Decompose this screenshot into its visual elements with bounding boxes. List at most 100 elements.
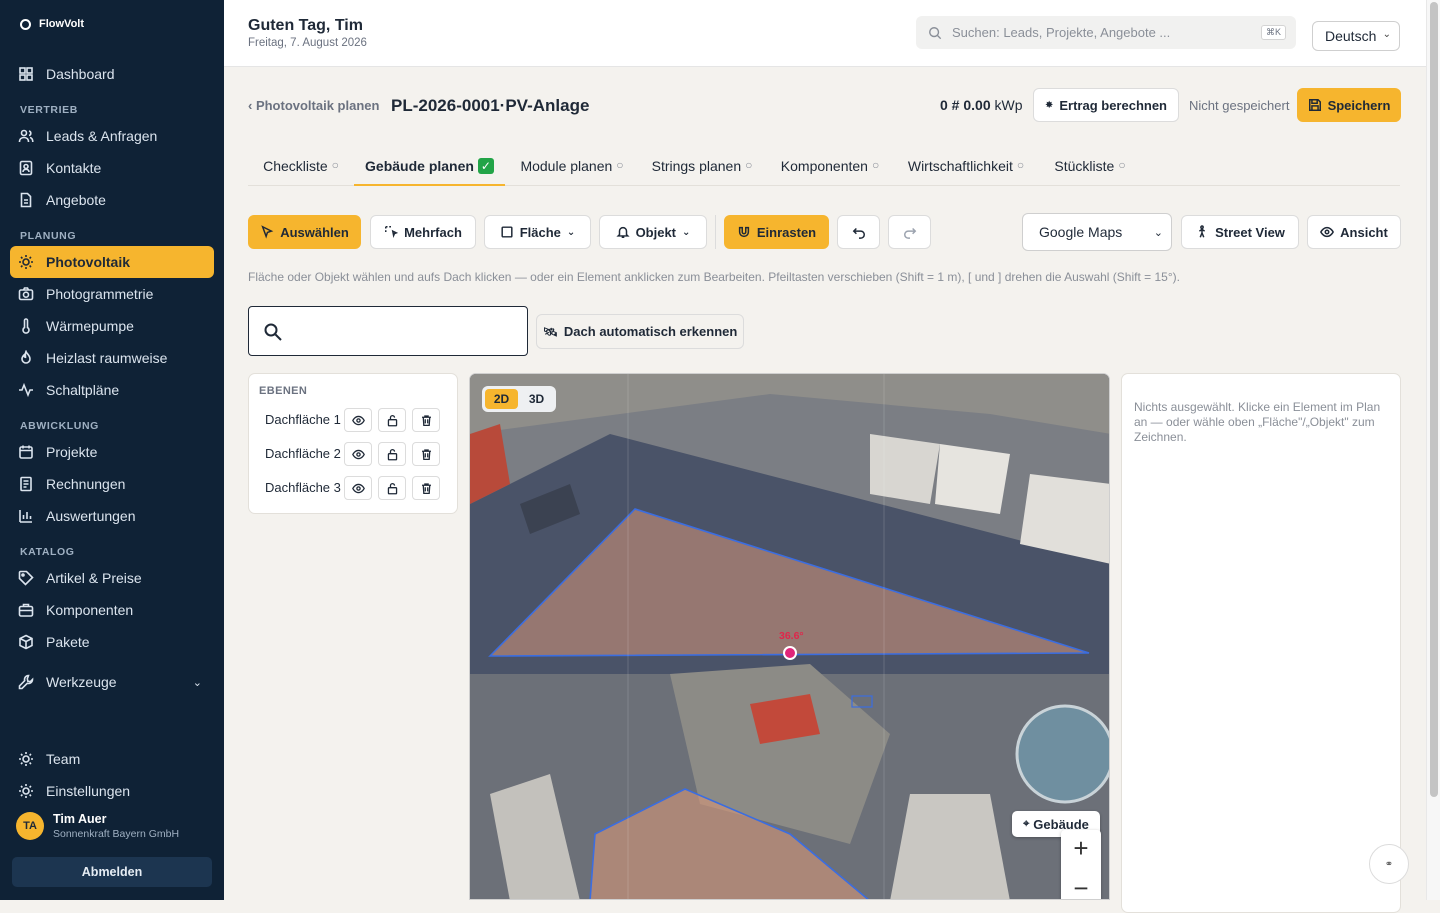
- unlock-icon[interactable]: [378, 442, 406, 466]
- auto-detect-roof-button[interactable]: 🛰 Dach automatisch erkennen: [536, 314, 744, 349]
- sidebar-item-einstellungen[interactable]: Einstellungen: [10, 775, 214, 807]
- map-canvas[interactable]: 36.6° 2D 3D ⌖ Gebäude + −: [469, 373, 1110, 900]
- sidebar-item-rechnungen[interactable]: Rechnungen: [10, 468, 214, 500]
- view-2d-button[interactable]: 2D: [485, 389, 518, 409]
- eye-icon: [1320, 226, 1335, 238]
- sidebar-item-label: Photovoltaik: [46, 254, 131, 270]
- tab-checkliste[interactable]: Checkliste ○: [248, 150, 354, 186]
- select-tool-button[interactable]: Auswählen: [248, 215, 361, 249]
- tab-wirtschaftlichkeit[interactable]: Wirtschaftlichkeit ○: [903, 150, 1029, 186]
- layer-row[interactable]: Dachfläche 1: [265, 408, 449, 432]
- sidebar-item-leads[interactable]: Leads & Anfragen: [10, 120, 214, 152]
- area-tool-label: Fläche: [519, 224, 561, 240]
- tab-komponenten[interactable]: Komponenten ○: [775, 150, 885, 186]
- layer-row[interactable]: Dachfläche 3: [265, 476, 449, 500]
- sidebar-item-pakete[interactable]: Pakete: [10, 626, 214, 658]
- top-bar: Guten Tag, Tim Freitag, 7. August 2026 S…: [224, 0, 1426, 67]
- trash-icon[interactable]: [412, 408, 440, 432]
- sun-icon: [18, 254, 34, 270]
- object-tool-dropdown[interactable]: Objekt ⌄: [599, 215, 707, 249]
- current-date: Freitag, 7. August 2026: [248, 37, 367, 49]
- chevron-down-icon: ⌄: [1153, 226, 1163, 239]
- logout-button[interactable]: Abmelden: [12, 857, 212, 887]
- trash-icon[interactable]: [412, 442, 440, 466]
- snap-toggle-button[interactable]: Einrasten: [724, 215, 829, 249]
- kwp-value: 0 # 0.00: [940, 97, 991, 113]
- tab-strings-planen[interactable]: Strings planen ○: [646, 150, 758, 186]
- view-mode-toggle[interactable]: 2D 3D: [482, 386, 556, 412]
- link-icon: ⚭: [1384, 858, 1394, 870]
- street-view-button[interactable]: Street View: [1181, 215, 1299, 249]
- sidebar-item-werkzeuge[interactable]: Werkzeuge ⌄: [10, 666, 214, 698]
- status-circle-icon: ○: [871, 158, 880, 172]
- sidebar-item-schaltplaene[interactable]: Schaltpläne: [10, 374, 214, 406]
- unlock-icon[interactable]: [378, 408, 406, 432]
- page-title: PL-2026-0001·PV-Anlage: [391, 96, 590, 115]
- eye-icon[interactable]: [344, 442, 372, 466]
- view-3d-button[interactable]: 3D: [520, 389, 553, 409]
- tab-gebaeude-planen[interactable]: Gebäude planen ✓: [354, 150, 505, 186]
- sidebar-item-label: Artikel & Preise: [46, 570, 142, 586]
- user-profile[interactable]: TA Tim Auer Sonnenkraft Bayern GmbH: [16, 812, 179, 840]
- chevron-down-icon: ⌄: [682, 226, 691, 238]
- greeting: Guten Tag, Tim: [248, 17, 363, 34]
- tag-icon: [18, 570, 34, 586]
- search-input[interactable]: Suchen: Leads, Projekte, Angebote ...: [952, 25, 1170, 40]
- unlock-icon[interactable]: [378, 476, 406, 500]
- sidebar-item-heizlast[interactable]: Heizlast raumweise: [10, 342, 214, 374]
- area-tool-dropdown[interactable]: Fläche ⌄: [484, 215, 591, 249]
- search-icon: [929, 26, 942, 39]
- sidebar-item-artikel[interactable]: Artikel & Preise: [10, 562, 214, 594]
- planning-tabs: Checkliste ○ Gebäude planen ✓ Module plane…: [248, 150, 1400, 186]
- sidebar-item-team[interactable]: Team: [10, 743, 214, 775]
- status-circle-icon: ○: [745, 158, 753, 172]
- sidebar-item-angebote[interactable]: Angebote: [10, 184, 214, 216]
- eye-icon[interactable]: [344, 408, 372, 432]
- sidebar-item-kontakte[interactable]: Kontakte: [10, 152, 214, 184]
- trash-icon[interactable]: [412, 476, 440, 500]
- layer-row[interactable]: Dachfläche 2: [265, 442, 449, 466]
- sidebar-item-auswertungen[interactable]: Auswertungen: [10, 500, 214, 532]
- tab-label: Komponenten: [780, 158, 868, 174]
- sidebar-item-komponenten[interactable]: Komponenten: [10, 594, 214, 626]
- sidebar-item-projekte[interactable]: Projekte: [10, 436, 214, 468]
- save-button[interactable]: Speichern: [1297, 88, 1401, 122]
- undo-button[interactable]: [837, 215, 880, 249]
- receipt-icon: [18, 476, 34, 492]
- tab-module-planen[interactable]: Module planen ○: [512, 150, 632, 186]
- calculate-yield-button[interactable]: ✸ Ertrag berechnen: [1033, 88, 1179, 122]
- sidebar-item-waermepumpe[interactable]: Wärmepumpe: [10, 310, 214, 342]
- redo-icon: [903, 227, 916, 239]
- map-source-select[interactable]: Google Maps ⌄: [1022, 213, 1172, 251]
- breadcrumb[interactable]: ‹ Photovoltaik planen: [248, 98, 379, 113]
- sidebar-item-dashboard[interactable]: Dashboard: [10, 58, 214, 90]
- page-scrollbar[interactable]: [1426, 0, 1440, 900]
- multi-select-button[interactable]: Mehrfach: [370, 215, 476, 249]
- grid-icon: [18, 66, 34, 82]
- address-search-box[interactable]: [248, 306, 528, 356]
- layer-name[interactable]: Dachfläche 3: [265, 480, 341, 495]
- zoom-in-button[interactable]: +: [1061, 830, 1101, 870]
- zoom-out-button[interactable]: −: [1061, 870, 1101, 899]
- view-button[interactable]: Ansicht: [1307, 215, 1401, 249]
- brand[interactable]: FlowVolt: [20, 18, 84, 30]
- sidebar-item-label: Dashboard: [46, 66, 115, 82]
- global-search[interactable]: Suchen: Leads, Projekte, Angebote ... ⌘K: [916, 16, 1296, 49]
- eye-icon[interactable]: [344, 476, 372, 500]
- address-input[interactable]: [295, 317, 519, 347]
- redo-button[interactable]: [888, 215, 931, 249]
- sidebar-item-photovoltaik[interactable]: Photovoltaik: [10, 246, 214, 278]
- tab-stueckliste[interactable]: Stückliste ○: [1048, 150, 1132, 186]
- layer-name[interactable]: Dachfläche 1: [265, 412, 341, 427]
- users-icon: [18, 128, 34, 144]
- language-select[interactable]: Deutsch ⌄: [1312, 21, 1400, 51]
- save-status: Nicht gespeichert: [1189, 98, 1290, 113]
- tab-label: Strings planen: [651, 158, 742, 174]
- avatar: TA: [16, 812, 44, 840]
- activity-icon: [18, 382, 34, 398]
- scrollbar-thumb[interactable]: [1430, 2, 1438, 797]
- select-tool-label: Auswählen: [280, 224, 349, 240]
- layer-name[interactable]: Dachfläche 2: [265, 446, 341, 461]
- help-fab-button[interactable]: ⚭: [1369, 844, 1409, 884]
- sidebar-item-photogrammetrie[interactable]: Photogrammetrie: [10, 278, 214, 310]
